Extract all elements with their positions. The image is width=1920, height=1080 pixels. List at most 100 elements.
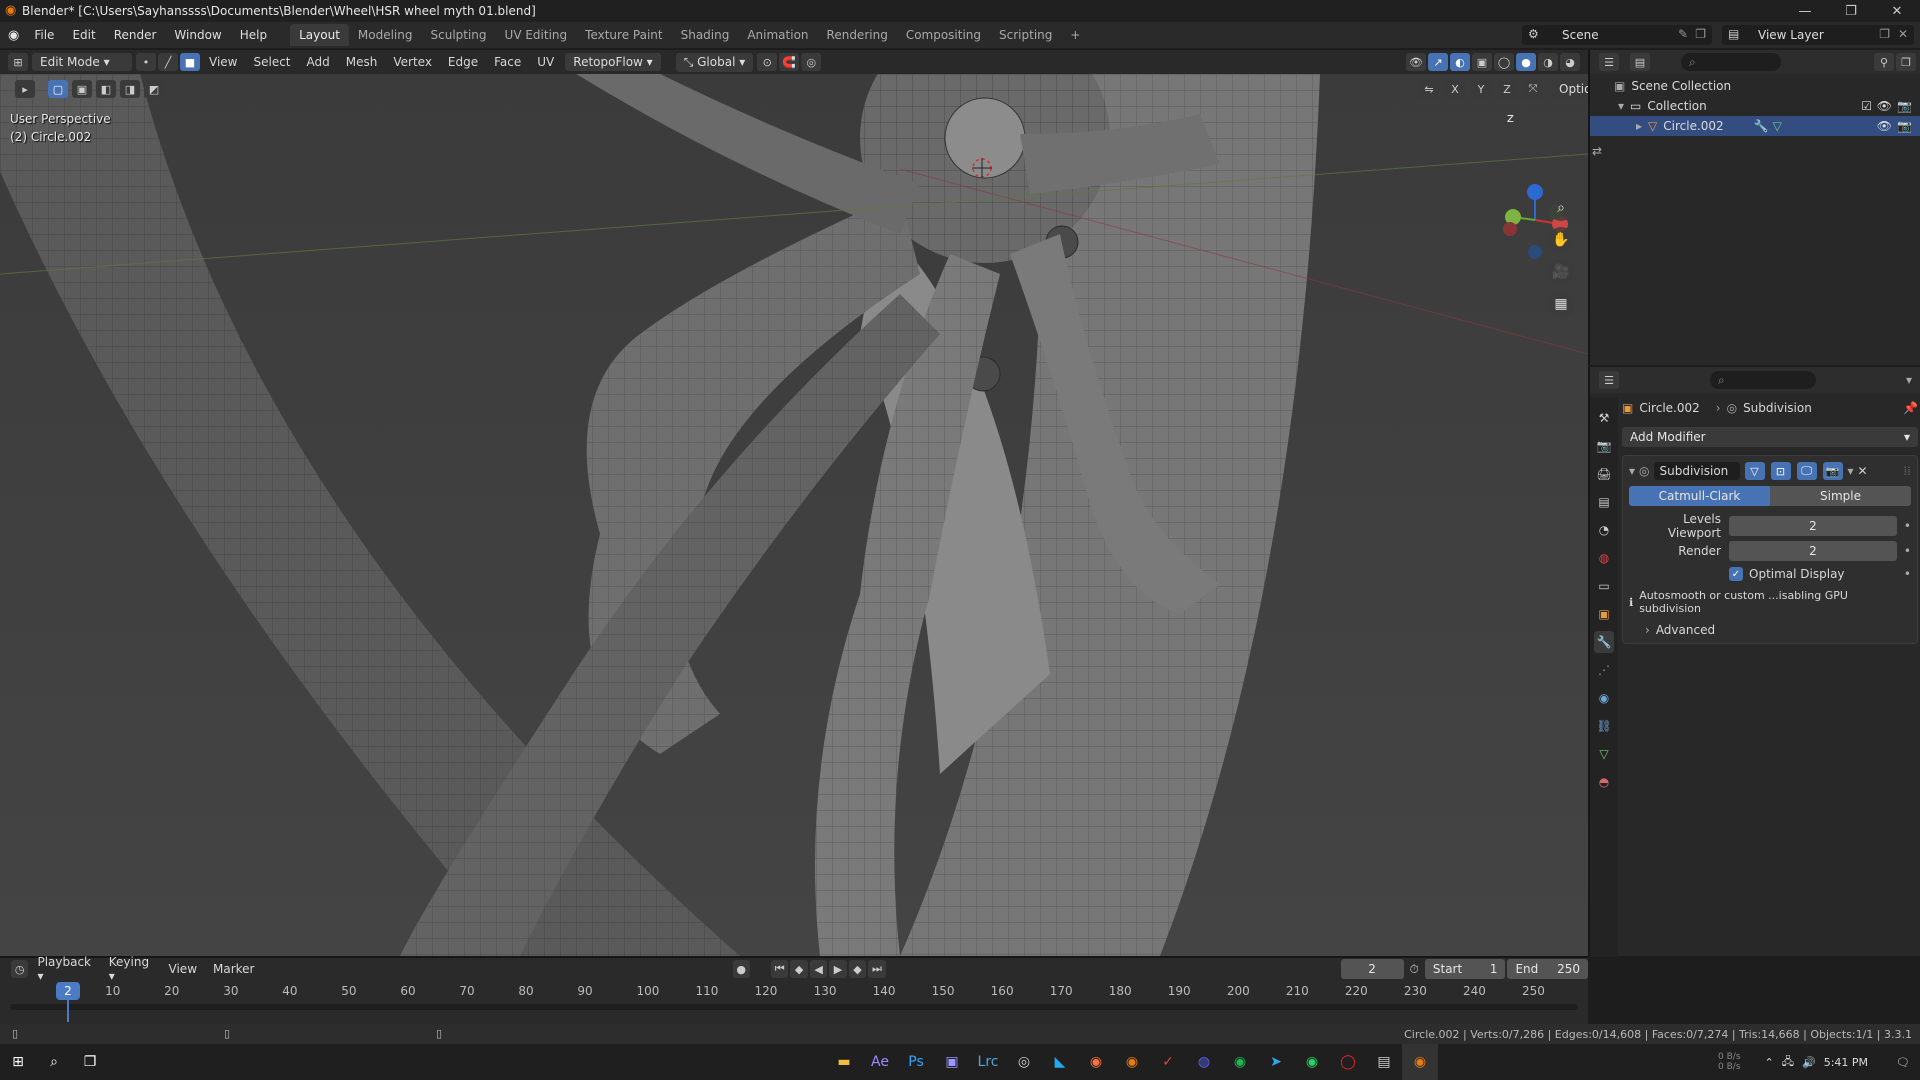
- select-invert-icon[interactable]: ◨: [120, 80, 140, 98]
- tab-layout[interactable]: Layout: [290, 24, 349, 46]
- menu-edge[interactable]: Edge: [440, 55, 486, 69]
- collection-tab-icon[interactable]: ▭: [1594, 575, 1614, 597]
- visibility-eye-icon[interactable]: 👁: [1877, 99, 1892, 113]
- outliner-search-input[interactable]: ⌕: [1681, 53, 1781, 71]
- optimal-display-checkbox[interactable]: ✓: [1729, 567, 1743, 581]
- blender-app-icon[interactable]: ◉: [1114, 1044, 1150, 1080]
- collapse-arrow-icon[interactable]: ▸: [1636, 119, 1642, 133]
- outliner-collection[interactable]: ▾ ▭ Collection ☑ 👁 📷: [1590, 96, 1920, 116]
- add-modifier-dropdown[interactable]: Add Modifier ▾: [1622, 427, 1918, 447]
- close-button[interactable]: ✕: [1874, 0, 1920, 22]
- jump-start-icon[interactable]: ⏮: [770, 960, 789, 978]
- tab-rendering[interactable]: Rendering: [818, 24, 897, 46]
- view-layer-selector[interactable]: ▤ View Layer ❐ ✕: [1722, 25, 1914, 45]
- menu-uv[interactable]: UV: [529, 55, 562, 69]
- render-tab-icon[interactable]: 📷: [1594, 435, 1614, 457]
- output-tab-icon[interactable]: 🖨: [1594, 463, 1614, 485]
- physics-tab-icon[interactable]: ◉: [1594, 687, 1614, 709]
- spotify-icon[interactable]: ◉: [1222, 1044, 1258, 1080]
- cage-toggle-icon[interactable]: ⊡: [1770, 462, 1791, 480]
- world-tab-icon[interactable]: ◍: [1594, 547, 1614, 569]
- catmull-clark-button[interactable]: Catmull-Clark: [1629, 486, 1770, 506]
- data-tab-icon[interactable]: ▽: [1594, 743, 1614, 765]
- edit-mode-toggle-icon[interactable]: ▽: [1744, 462, 1765, 480]
- lightroom-icon[interactable]: Lrc: [970, 1044, 1006, 1080]
- properties-editor-icon[interactable]: ☰: [1599, 371, 1619, 389]
- menu-timeline-view[interactable]: View: [161, 962, 205, 976]
- filter-icon[interactable]: ⚲: [1874, 53, 1894, 71]
- object-render-icon[interactable]: 📷: [1897, 119, 1912, 133]
- proportional-edit-icon[interactable]: ◎: [801, 53, 822, 71]
- keyframe-dot-icon[interactable]: •: [1897, 519, 1911, 533]
- end-frame-field[interactable]: End 250: [1507, 959, 1589, 979]
- particles-tab-icon[interactable]: ⋰: [1594, 659, 1614, 681]
- photoshop-icon[interactable]: Ps: [898, 1044, 934, 1080]
- tab-compositing[interactable]: Compositing: [897, 24, 990, 46]
- file-explorer-icon[interactable]: ▬: [826, 1044, 862, 1080]
- advanced-subpanel[interactable]: › Advanced: [1629, 623, 1911, 637]
- drag-handle-icon[interactable]: ⁞⁞: [1903, 464, 1911, 478]
- menu-add[interactable]: Add: [299, 55, 338, 69]
- pin-icon[interactable]: ✎: [1678, 27, 1688, 41]
- pan-hand-icon[interactable]: ✋: [1548, 227, 1574, 253]
- tool-tab-icon[interactable]: ⚒: [1594, 407, 1614, 429]
- app-window-icon[interactable]: ▤: [1366, 1044, 1402, 1080]
- whatsapp-icon[interactable]: ◉: [1294, 1044, 1330, 1080]
- mirror-icon[interactable]: ⇋: [1419, 80, 1439, 98]
- solid-shading-icon[interactable]: ●: [1516, 53, 1536, 71]
- object-visibility-icon[interactable]: 👁: [1877, 119, 1892, 133]
- select-extend-icon[interactable]: ▣: [72, 80, 92, 98]
- notification-icon[interactable]: 🗨: [1896, 1056, 1910, 1069]
- play-icon[interactable]: ▶: [829, 960, 847, 978]
- viewport-toggle-icon[interactable]: 🖵: [1796, 462, 1817, 480]
- retopoflow-dropdown[interactable]: RetopoFlow ▾: [565, 53, 661, 71]
- maximize-button[interactable]: ❐: [1828, 0, 1874, 22]
- exclude-checkbox[interactable]: ☑: [1861, 99, 1872, 113]
- menu-window[interactable]: Window: [165, 28, 230, 42]
- tray-chevron-icon[interactable]: ⌃: [1765, 1056, 1774, 1069]
- blender-menu-icon[interactable]: ◉: [8, 28, 19, 43]
- tab-uv-editing[interactable]: UV Editing: [496, 24, 577, 46]
- material-shading-icon[interactable]: ◑: [1538, 53, 1558, 71]
- mode-dropdown[interactable]: Edit Mode ▾: [32, 53, 132, 71]
- menu-select[interactable]: Select: [245, 55, 298, 69]
- outliner-editor-icon[interactable]: ☰: [1599, 53, 1619, 71]
- add-workspace-button[interactable]: +: [1061, 24, 1089, 46]
- clock[interactable]: 5:41 PM: [1824, 1056, 1868, 1069]
- menu-help[interactable]: Help: [231, 28, 276, 42]
- tab-scripting[interactable]: Scripting: [990, 24, 1061, 46]
- wireframe-shading-icon[interactable]: ◯: [1494, 53, 1514, 71]
- windows-start-icon[interactable]: ⊞: [0, 1044, 36, 1080]
- premiere-icon[interactable]: ▣: [934, 1044, 970, 1080]
- opera-icon[interactable]: ◯: [1330, 1044, 1366, 1080]
- expand-arrow-icon[interactable]: ▾: [1618, 99, 1624, 113]
- modifier-name-field[interactable]: Subdivision: [1653, 462, 1740, 480]
- keyframe-dot-icon[interactable]: •: [1904, 567, 1911, 581]
- timeline-editor-icon[interactable]: ◷: [11, 960, 29, 978]
- gizmo-toggle-icon[interactable]: ↗: [1428, 53, 1448, 71]
- auto-merge-icon[interactable]: ⤧: [1523, 80, 1543, 98]
- next-keyframe-icon[interactable]: ◆: [848, 960, 867, 978]
- menu-view[interactable]: View: [201, 55, 245, 69]
- use-preview-range-icon[interactable]: ⏱: [1410, 962, 1419, 977]
- overlay-toggle-icon[interactable]: ◐: [1450, 53, 1470, 71]
- volume-icon[interactable]: 🔊: [1802, 1056, 1816, 1069]
- properties-search-input[interactable]: ⌕: [1710, 371, 1816, 389]
- axis-y-toggle[interactable]: Y: [1471, 80, 1491, 98]
- menu-keying[interactable]: Keying ▾: [101, 955, 161, 983]
- collapse-modifier-icon[interactable]: ▾: [1629, 464, 1635, 478]
- todo-app-icon[interactable]: ✓: [1150, 1044, 1186, 1080]
- after-effects-icon[interactable]: Ae: [862, 1044, 898, 1080]
- menu-edit[interactable]: Edit: [63, 28, 104, 42]
- play-reverse-icon[interactable]: ◀: [809, 960, 828, 978]
- constraints-tab-icon[interactable]: ⛓: [1594, 715, 1614, 737]
- vscode-icon[interactable]: ◣: [1042, 1044, 1078, 1080]
- tab-animation[interactable]: Animation: [738, 24, 817, 46]
- tab-texture-paint[interactable]: Texture Paint: [576, 24, 671, 46]
- render-camera-icon[interactable]: 📷: [1897, 99, 1912, 113]
- new-scene-icon[interactable]: ❐: [1695, 27, 1706, 41]
- new-collection-icon[interactable]: ❐: [1896, 53, 1916, 71]
- start-frame-field[interactable]: Start 1: [1424, 959, 1506, 979]
- select-subtract-icon[interactable]: ◧: [96, 80, 116, 98]
- menu-vertex[interactable]: Vertex: [385, 55, 440, 69]
